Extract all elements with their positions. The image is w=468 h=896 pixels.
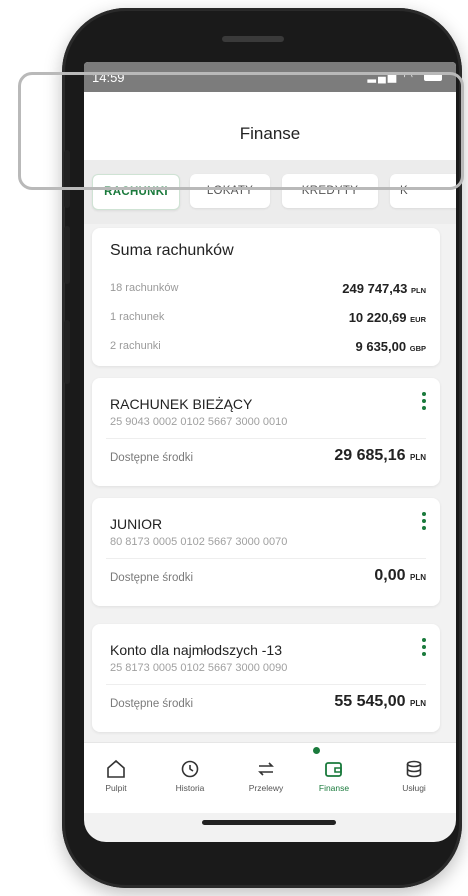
status-icons: ▂▄▆ ◠ xyxy=(368,70,442,83)
tab-rachunki[interactable]: RACHUNKI xyxy=(92,174,180,210)
account-card[interactable]: JUNIOR 80 8173 0005 0102 5667 3000 0070 … xyxy=(92,498,440,606)
active-indicator xyxy=(313,747,320,754)
more-options-icon[interactable] xyxy=(420,392,428,414)
nav-historia[interactable]: Historia xyxy=(158,759,222,793)
bottom-nav: Pulpit Historia Przelewy Finanse Usługi xyxy=(84,742,456,813)
balance-label: Dostępne środki xyxy=(110,698,194,710)
home-icon xyxy=(107,759,125,778)
transfer-icon xyxy=(258,762,274,776)
nav-label: Finanse xyxy=(318,783,350,793)
balance-label: Dostępne środki xyxy=(110,572,194,584)
account-number: 25 9043 0002 0102 5667 3000 0010 xyxy=(110,416,288,428)
summary-row-label: 18 rachunków xyxy=(110,282,179,294)
home-indicator[interactable] xyxy=(202,820,336,825)
tab-kredyty[interactable]: KREDYTY xyxy=(282,174,378,208)
account-card[interactable]: RACHUNEK BIEŻĄCY 25 9043 0002 0102 5667 … xyxy=(92,378,440,486)
account-name: Konto dla najmłodszych -13 xyxy=(110,642,282,658)
more-options-icon[interactable] xyxy=(420,512,428,534)
summary-row-label: 2 rachunki xyxy=(110,340,161,352)
tab-more[interactable]: K xyxy=(390,174,456,208)
nav-label: Usługi xyxy=(402,783,426,793)
phone-side-button xyxy=(64,226,70,284)
phone-side-button xyxy=(64,150,70,208)
summary-row-amount: 9 635,00 GBP xyxy=(355,339,427,354)
app-header: Finanse xyxy=(84,92,456,160)
status-bar: 14:59 ▂▄▆ ◠ xyxy=(84,62,456,92)
summary-card[interactable]: Suma rachunków 18 rachunków 249 747,43 P… xyxy=(92,228,440,366)
nav-label: Przelewy xyxy=(248,783,284,793)
phone-side-button xyxy=(64,320,70,384)
account-card[interactable]: Konto dla najmłodszych -13 25 8173 0005 … xyxy=(92,624,440,732)
summary-row: 2 rachunki 9 635,00 GBP xyxy=(110,339,427,358)
status-time: 14:59 xyxy=(92,70,125,85)
nav-label: Pulpit xyxy=(105,783,127,793)
summary-row: 1 rachunek 10 220,69 EUR xyxy=(110,310,426,329)
tab-bar: RACHUNKI LOKATY KREDYTY K xyxy=(84,160,456,224)
summary-row-amount: 10 220,69 EUR xyxy=(348,310,426,325)
balance-amount: 55 545,00 PLN xyxy=(334,693,426,710)
tab-lokaty[interactable]: LOKATY xyxy=(190,174,270,208)
account-number: 80 8173 0005 0102 5667 3000 0070 xyxy=(110,536,288,548)
nav-przelewy[interactable]: Przelewy xyxy=(234,759,298,793)
phone-speaker xyxy=(222,36,284,42)
nav-finanse[interactable]: Finanse xyxy=(302,759,366,793)
battery-icon xyxy=(424,73,442,82)
wallet-icon xyxy=(325,762,342,777)
summary-row-label: 1 rachunek xyxy=(110,311,165,323)
nav-label: Historia xyxy=(175,783,205,793)
summary-row: 18 rachunków 249 747,43 PLN xyxy=(110,281,426,300)
account-name: RACHUNEK BIEŻĄCY xyxy=(110,396,253,412)
summary-row-amount: 249 747,43 PLN xyxy=(342,281,426,296)
balance-amount: 0,00 PLN xyxy=(374,567,426,584)
nav-uslugi[interactable]: Usługi xyxy=(382,759,446,793)
divider xyxy=(106,684,426,685)
wifi-icon: ◠ xyxy=(403,71,415,83)
database-icon xyxy=(406,760,422,778)
signal-icon: ▂▄▆ xyxy=(367,71,399,83)
divider xyxy=(106,558,426,559)
nav-pulpit[interactable]: Pulpit xyxy=(84,759,148,793)
app-screen: 14:59 ▂▄▆ ◠ Finanse RACHUNKI LOKATY KRED… xyxy=(84,62,456,842)
balance-amount: 29 685,16 PLN xyxy=(334,447,426,464)
account-name: JUNIOR xyxy=(110,516,163,532)
history-icon xyxy=(181,760,199,778)
divider xyxy=(106,438,426,439)
account-number: 25 8173 0005 0102 5667 3000 0090 xyxy=(110,662,288,674)
page-title: Finanse xyxy=(239,124,301,143)
more-options-icon[interactable] xyxy=(420,638,428,660)
balance-label: Dostępne środki xyxy=(110,452,194,464)
summary-title: Suma rachunków xyxy=(110,242,234,259)
